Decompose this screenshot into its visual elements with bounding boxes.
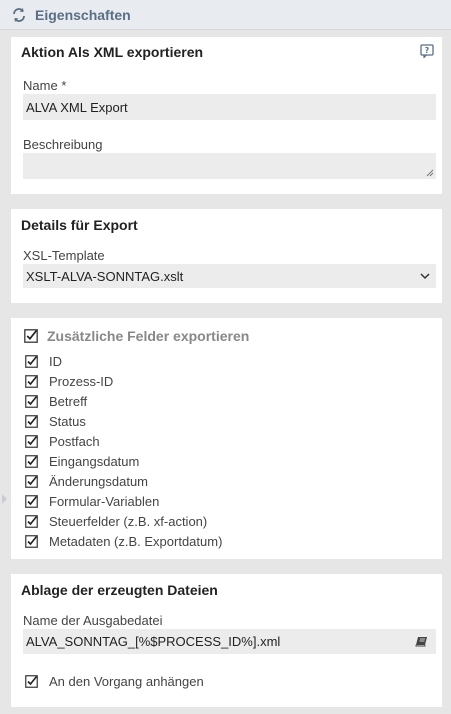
collapse-arrow-icon[interactable]: [2, 494, 7, 504]
storage-panel-title: Ablage der erzeugten Dateien: [21, 582, 218, 598]
field-checkbox[interactable]: [25, 475, 38, 488]
field-checkbox[interactable]: [25, 455, 38, 468]
field-checkbox[interactable]: [25, 535, 38, 548]
field-checkbox[interactable]: [25, 415, 38, 428]
field-label: Postfach: [49, 434, 100, 449]
filename-value: ALVA_SONNTAG_[%$PROCESS_ID%].xml: [26, 634, 281, 649]
attach-label: An den Vorgang anhängen: [49, 674, 204, 689]
field-checkbox[interactable]: [25, 495, 38, 508]
refresh-icon[interactable]: [11, 7, 27, 23]
svg-text:?: ?: [425, 46, 430, 55]
action-panel-title: Aktion Als XML exportieren: [21, 44, 204, 60]
name-input-value: ALVA XML Export: [26, 100, 128, 115]
field-label: Änderungsdatum: [49, 474, 149, 489]
field-label: Prozess-ID: [49, 374, 114, 389]
xsl-template-label: XSL-Template: [23, 248, 105, 263]
header-title: Eigenschaften: [35, 7, 131, 23]
field-checkbox[interactable]: [25, 395, 38, 408]
field-checkbox[interactable]: [25, 375, 38, 388]
field-checkbox[interactable]: [25, 435, 38, 448]
description-label: Beschreibung: [23, 137, 103, 152]
field-label: Steuerfelder (z.B. xf-action): [49, 514, 208, 529]
field-label: Status: [49, 414, 86, 429]
action-panel: Aktion Als XML exportieren ? Name * ALVA…: [11, 37, 442, 194]
description-textarea[interactable]: [23, 153, 436, 179]
export-panel: Details für Export XSL-Template XSLT-ALV…: [11, 209, 442, 303]
filename-label: Name der Ausgabedatei: [23, 613, 163, 628]
name-label: Name *: [23, 78, 67, 93]
field-checkbox[interactable]: [25, 515, 38, 528]
field-checkbox[interactable]: [25, 355, 38, 368]
resize-handle-icon[interactable]: [426, 169, 434, 177]
properties-header: Eigenschaften: [0, 0, 451, 30]
field-label: ID: [49, 354, 62, 369]
name-input[interactable]: ALVA XML Export: [23, 94, 436, 120]
fields-panel-title: Zusätzliche Felder exportieren: [47, 328, 250, 344]
help-icon[interactable]: ?: [420, 44, 434, 58]
select-all-checkbox[interactable]: [24, 329, 38, 343]
required-mark: *: [61, 78, 67, 93]
attach-checkbox[interactable]: [25, 675, 38, 688]
field-label: Eingangsdatum: [49, 454, 140, 469]
field-label: Metadaten (z.B. Exportdatum): [49, 534, 223, 549]
xsl-template-value: XSLT-ALVA-SONNTAG.xslt: [26, 269, 184, 284]
export-panel-title: Details für Export: [21, 217, 138, 233]
storage-panel: Ablage der erzeugten Dateien Name der Au…: [11, 574, 442, 707]
fields-panel: Zusätzliche Felder exportieren ID Prozes…: [11, 318, 442, 559]
xsl-template-select[interactable]: XSLT-ALVA-SONNTAG.xslt: [23, 264, 436, 288]
filename-input[interactable]: ALVA_SONNTAG_[%$PROCESS_ID%].xml: [23, 629, 436, 654]
book-icon[interactable]: [415, 636, 428, 647]
field-label: Betreff: [49, 394, 88, 409]
chevron-down-icon: [420, 273, 430, 280]
field-label: Formular-Variablen: [49, 494, 160, 509]
